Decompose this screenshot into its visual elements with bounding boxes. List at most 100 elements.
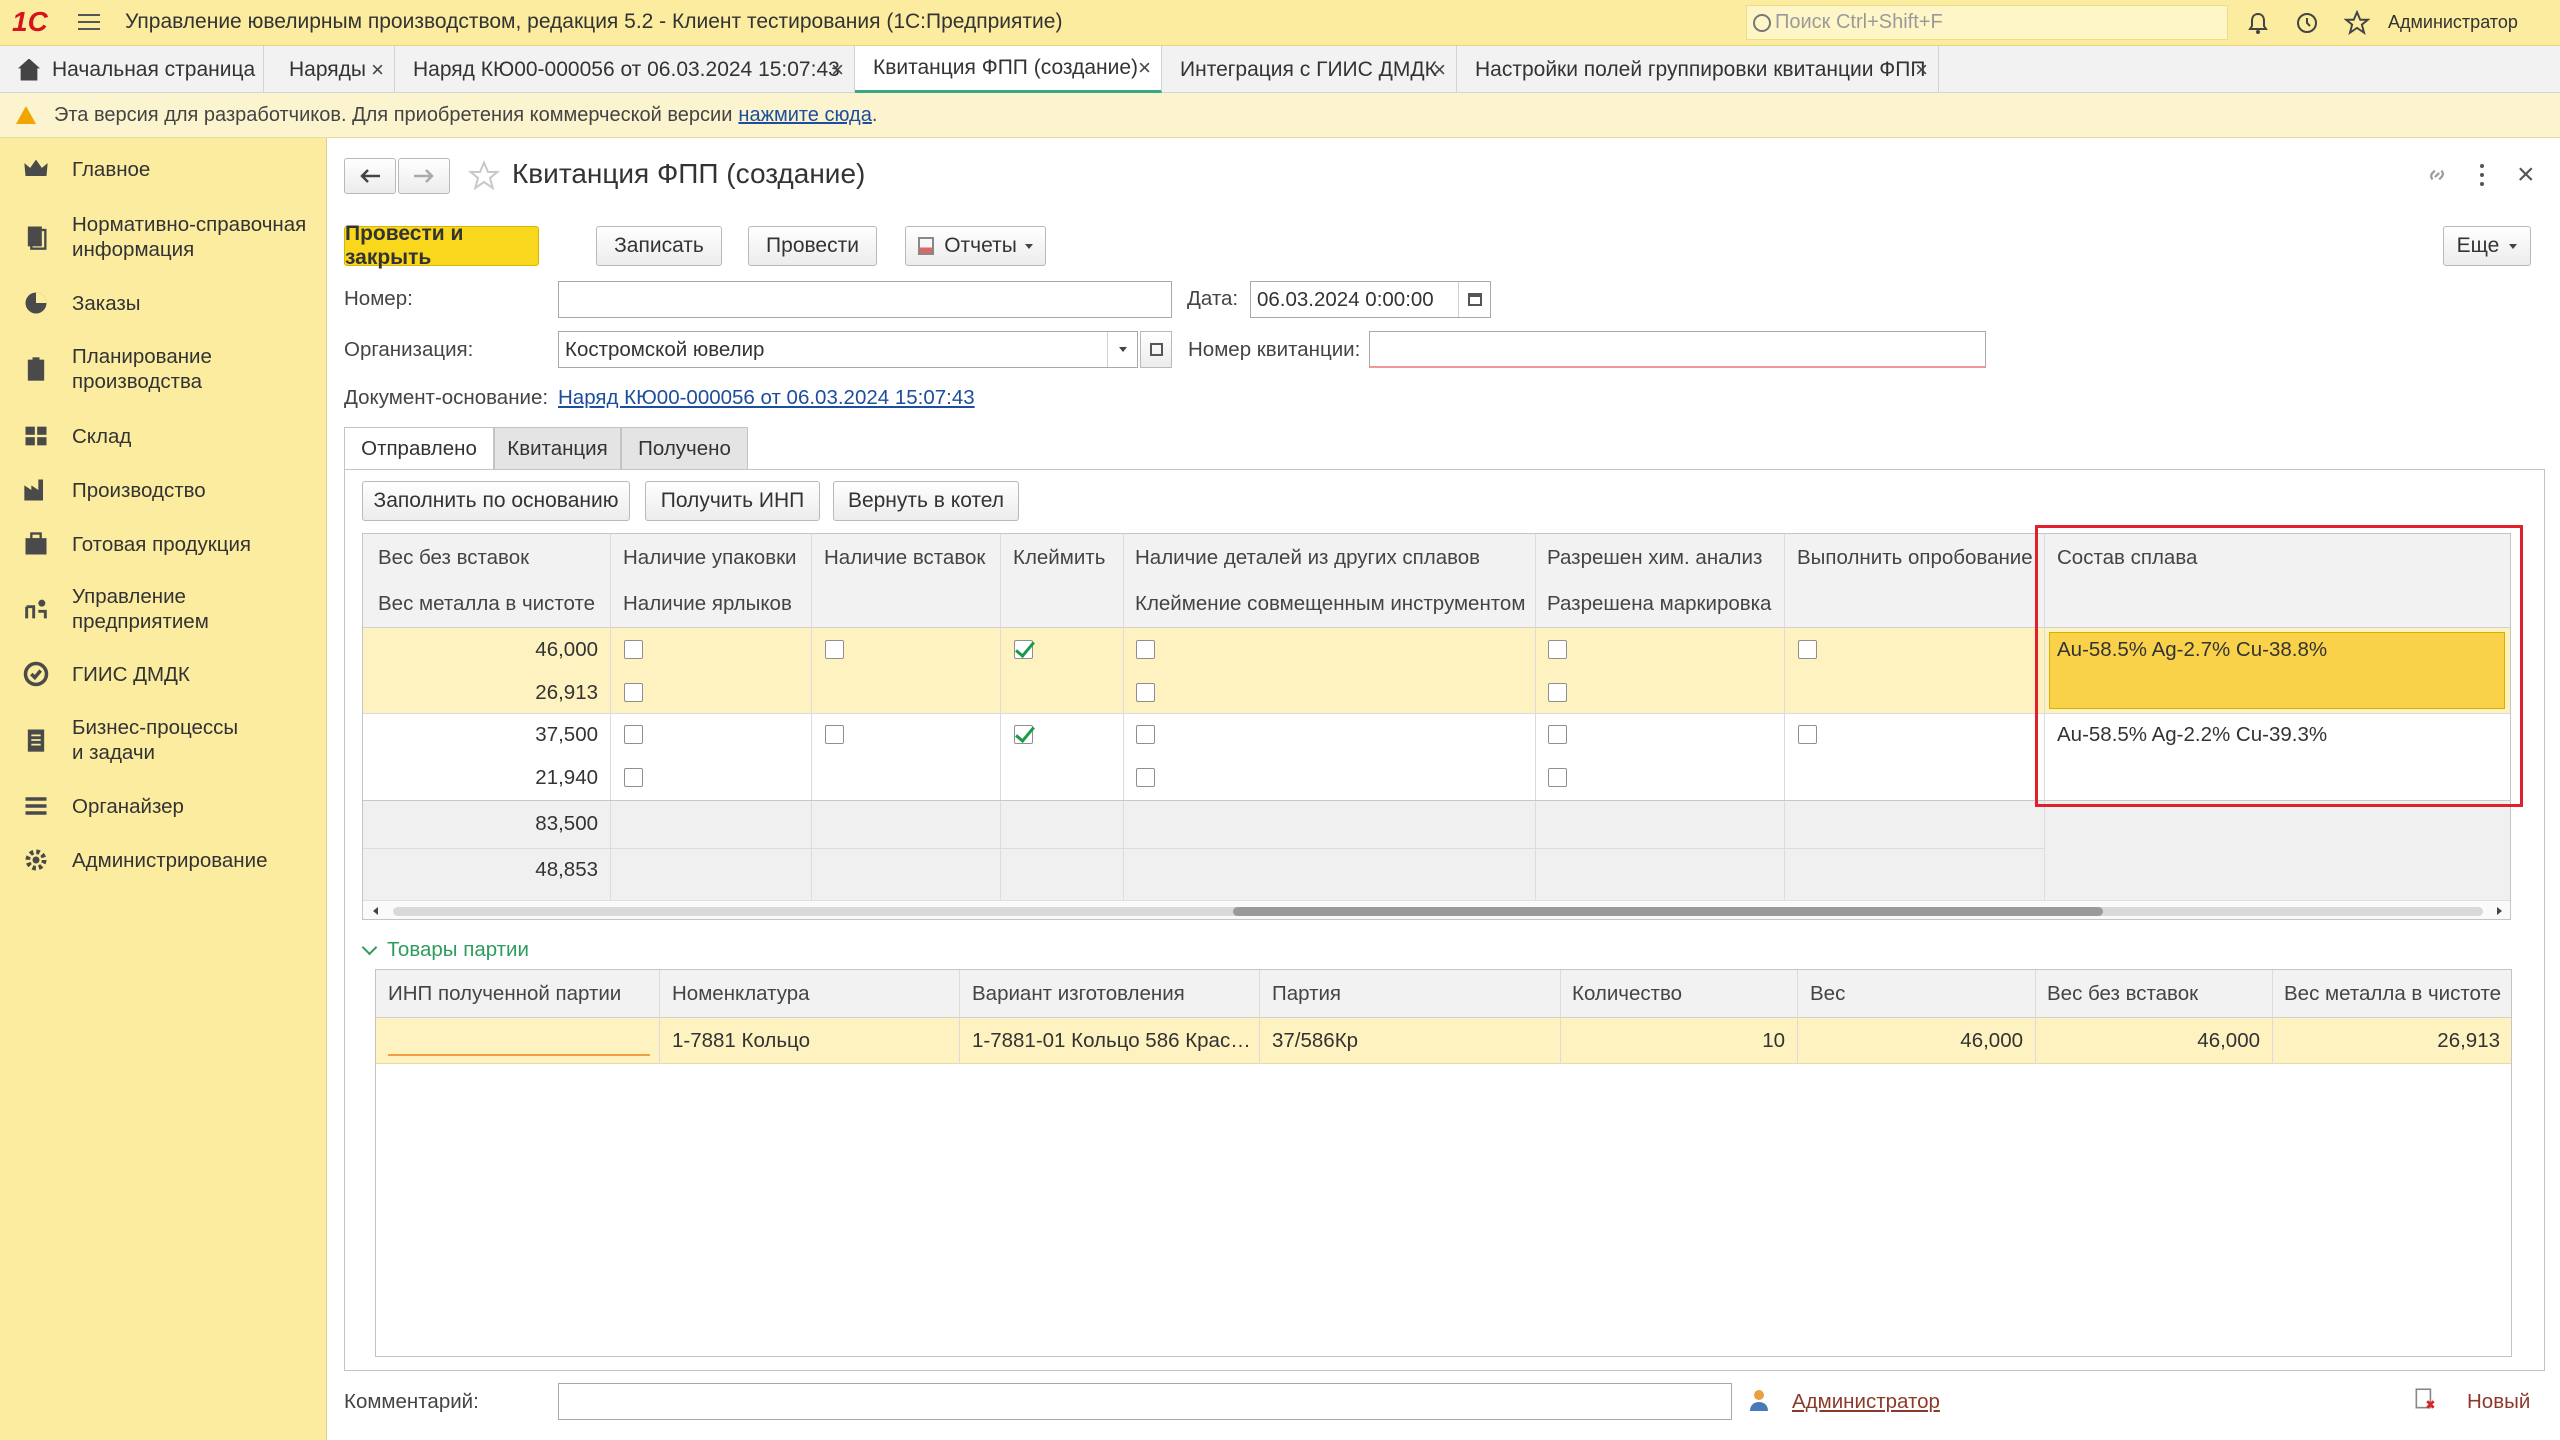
row2-assay-checkbox[interactable] xyxy=(1798,725,1817,744)
search-input[interactable]: Поиск Ctrl+Shift+F xyxy=(1775,11,1943,34)
favorites-star-icon[interactable] xyxy=(2342,8,2372,38)
header-chem-analysis[interactable]: Разрешен хим. анализ xyxy=(1547,546,1762,570)
header-labels[interactable]: Наличие ярлыков xyxy=(623,592,792,616)
row2-weight[interactable]: 37,500 xyxy=(363,723,598,747)
tab-grouping-settings[interactable]: Настройки полей группировки квитанции ФП… xyxy=(1457,46,1939,93)
goods-row-weight[interactable]: 46,000 xyxy=(1797,1029,2023,1053)
open-organization-button[interactable] xyxy=(1140,331,1172,368)
sidebar-item-administration[interactable]: Администрирование xyxy=(0,843,327,877)
row1-weight[interactable]: 46,000 xyxy=(363,638,598,662)
tab-giis-integration[interactable]: Интеграция с ГИИС ДМДК × xyxy=(1162,46,1457,93)
global-search[interactable]: Поиск Ctrl+Shift+F xyxy=(1746,5,2228,40)
sidebar-item-planning[interactable]: Планирование производства xyxy=(0,342,327,396)
header-packaging[interactable]: Наличие упаковки xyxy=(623,546,797,570)
row1-stamp-checkbox[interactable] xyxy=(1014,640,1033,659)
close-icon[interactable]: × xyxy=(1915,57,1928,83)
header-assay[interactable]: Выполнить опробование xyxy=(1797,546,2033,570)
close-form-icon[interactable]: × xyxy=(2517,158,2535,192)
sidebar-item-business-processes[interactable]: Бизнес-процессы и задачи xyxy=(0,713,327,767)
header-other-alloy-parts[interactable]: Наличие деталей из других сплавов xyxy=(1135,546,1480,570)
goods-row-variant[interactable]: 1-7881-01 Кольцо 586 Крас… xyxy=(972,1029,1251,1053)
scroll-left-icon[interactable] xyxy=(373,907,378,915)
history-icon[interactable] xyxy=(2292,8,2322,38)
scrollbar-thumb[interactable] xyxy=(1233,907,2103,916)
goods-header-inp[interactable]: ИНП полученной партии xyxy=(388,982,621,1006)
reports-button[interactable]: Отчеты xyxy=(905,226,1046,266)
goods-header-batch[interactable]: Партия xyxy=(1272,982,1341,1006)
goods-header-weight[interactable]: Вес xyxy=(1810,982,1845,1006)
sidebar-item-warehouse[interactable]: Склад xyxy=(0,419,327,453)
get-inp-button[interactable]: Получить ИНП xyxy=(645,481,820,521)
goods-header-pure-weight[interactable]: Вес металла в чистоте xyxy=(2284,982,2501,1006)
goods-row-weight-no-inserts[interactable]: 46,000 xyxy=(2035,1029,2260,1053)
comment-field[interactable] xyxy=(558,1383,1732,1420)
row2-combined-stamping-checkbox[interactable] xyxy=(1136,768,1155,787)
sidebar-item-orders[interactable]: Заказы xyxy=(0,286,327,320)
goods-row-batch[interactable]: 37/586Кр xyxy=(1272,1029,1358,1053)
row2-pure-weight[interactable]: 21,940 xyxy=(363,766,598,790)
row2-stamp-checkbox[interactable] xyxy=(1014,725,1033,744)
tab-order-doc[interactable]: Наряд КЮ00-000056 от 06.03.2024 15:07:43… xyxy=(395,46,855,93)
sidebar-item-production[interactable]: Производство xyxy=(0,473,327,507)
post-button[interactable]: Провести xyxy=(748,226,877,266)
row1-marking-checkbox[interactable] xyxy=(1548,683,1567,702)
row2-packaging-checkbox[interactable] xyxy=(624,725,643,744)
author-link[interactable]: Администратор xyxy=(1792,1390,1940,1414)
more-actions-icon[interactable] xyxy=(2478,162,2486,188)
row2-marking-checkbox[interactable] xyxy=(1548,768,1567,787)
tab-home[interactable]: Начальная страница xyxy=(0,46,264,93)
sidebar-item-giis[interactable]: ГИИС ДМДК xyxy=(0,657,327,691)
row1-labels-checkbox[interactable] xyxy=(624,683,643,702)
goods-header-variant[interactable]: Вариант изготовления xyxy=(972,982,1185,1006)
close-icon[interactable]: × xyxy=(1138,55,1151,81)
basis-document-link[interactable]: Наряд КЮ00-000056 от 06.03.2024 15:07:43 xyxy=(558,386,975,410)
goods-row-nomenclature[interactable]: 1-7881 Кольцо xyxy=(672,1029,810,1053)
goods-header-nomenclature[interactable]: Номенклатура xyxy=(672,982,810,1006)
row1-pure-weight[interactable]: 26,913 xyxy=(363,681,598,705)
row1-inserts-checkbox[interactable] xyxy=(825,640,844,659)
close-icon[interactable]: × xyxy=(371,57,384,83)
hamburger-menu-icon[interactable] xyxy=(74,9,104,35)
link-icon[interactable] xyxy=(2424,162,2450,188)
organization-field[interactable]: Костромской ювелир xyxy=(558,331,1138,368)
receipt-number-field[interactable] xyxy=(1369,331,1986,368)
more-button[interactable]: Еще xyxy=(2443,226,2531,266)
buy-link[interactable]: нажмите сюда xyxy=(738,104,871,127)
goods-group-toggle[interactable]: Товары партии xyxy=(361,938,529,962)
date-field[interactable]: 06.03.2024 0:00:00 xyxy=(1250,281,1491,318)
header-weight-no-inserts[interactable]: Вес без вставок xyxy=(378,546,529,570)
sidebar-item-reference[interactable]: Нормативно-справочная информация xyxy=(0,210,327,264)
close-icon[interactable]: × xyxy=(831,57,844,83)
sidebar-item-finished-goods[interactable]: Готовая продукция xyxy=(0,527,327,561)
bell-icon[interactable] xyxy=(2243,8,2273,38)
goods-table[interactable]: ИНП полученной партии Номенклатура Вариа… xyxy=(375,969,2512,1357)
row2-chem-checkbox[interactable] xyxy=(1548,725,1567,744)
header-combined-stamping[interactable]: Клеймение совмещенным инструментом xyxy=(1135,592,1525,616)
favorite-star-icon[interactable] xyxy=(468,160,500,192)
header-pure-metal-weight[interactable]: Вес металла в чистоте xyxy=(378,592,595,616)
row2-inserts-checkbox[interactable] xyxy=(825,725,844,744)
goods-header-weight-no-inserts[interactable]: Вес без вставок xyxy=(2047,982,2198,1006)
header-marking-allowed[interactable]: Разрешена маркировка xyxy=(1547,592,1771,616)
fill-by-basis-button[interactable]: Заполнить по основанию xyxy=(362,481,630,521)
save-button[interactable]: Записать xyxy=(596,226,722,266)
tab-receipt-create[interactable]: Квитанция ФПП (создание) × xyxy=(855,46,1162,93)
row1-chem-checkbox[interactable] xyxy=(1548,640,1567,659)
subtab-sent[interactable]: Отправлено xyxy=(344,427,494,470)
row2-other-alloy-checkbox[interactable] xyxy=(1136,725,1155,744)
sidebar-item-main[interactable]: Главное xyxy=(0,152,327,186)
tab-orders[interactable]: Наряды × xyxy=(271,46,395,93)
row1-other-alloy-checkbox[interactable] xyxy=(1136,640,1155,659)
goods-header-quantity[interactable]: Количество xyxy=(1572,982,1682,1006)
sidebar-item-organizer[interactable]: Органайзер xyxy=(0,789,327,823)
header-stamp[interactable]: Клеймить xyxy=(1013,546,1105,570)
dropdown-arrow-icon[interactable] xyxy=(1107,332,1137,367)
header-inserts[interactable]: Наличие вставок xyxy=(824,546,985,570)
post-and-close-button[interactable]: Провести и закрыть xyxy=(344,222,539,269)
return-to-pot-button[interactable]: Вернуть в котел xyxy=(833,481,1019,521)
back-button[interactable] xyxy=(344,158,396,194)
logo-1c[interactable]: 1С xyxy=(12,6,48,38)
goods-row-pure-weight[interactable]: 26,913 xyxy=(2272,1029,2500,1053)
forward-button[interactable] xyxy=(398,158,450,194)
number-field[interactable] xyxy=(558,281,1172,318)
